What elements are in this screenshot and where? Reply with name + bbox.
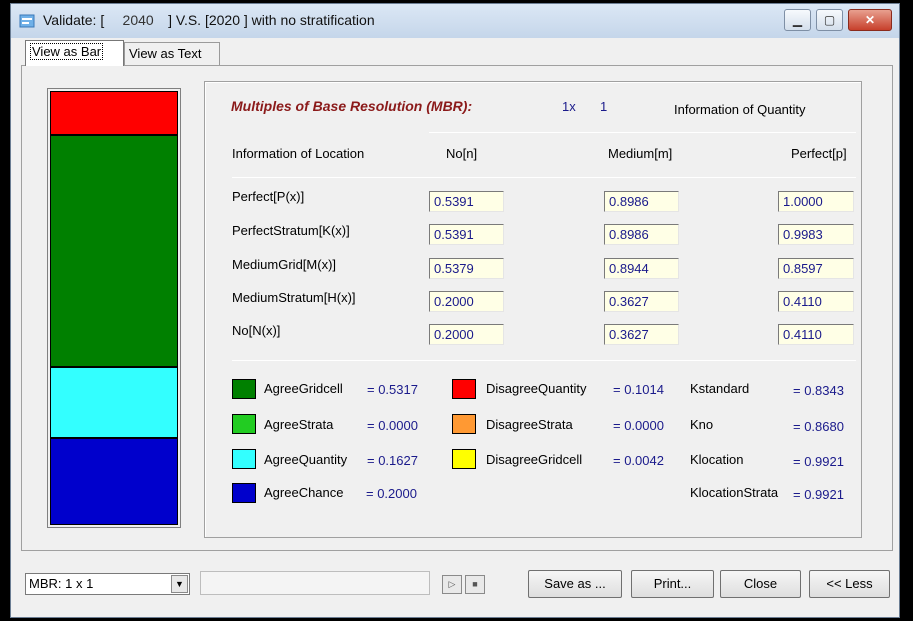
kappa-label-location: Klocation — [690, 452, 744, 467]
legend-value-agree-chance: = 0.2000 — [366, 486, 417, 501]
legend-label-disagree-gridcell: DisagreeGridcell — [486, 452, 583, 467]
minimize-icon: ▁ — [792, 13, 803, 27]
legend-label-agree-quantity: AgreeQuantity — [264, 452, 348, 467]
legend-label-disagree-quantity: DisagreeQuantity — [486, 381, 587, 396]
kappa-label-standard: Kstandard — [690, 381, 750, 396]
row-label-medium-stratum: MediumStratum[H(x)] — [232, 290, 356, 305]
less-button[interactable]: << Less — [809, 570, 890, 598]
value-perfect-stratum-no: 0.5391 — [429, 224, 504, 245]
validate-window: Validate: [ 2040 ] V.S. [2020 ] with no s… — [10, 3, 900, 618]
swatch-agree-strata — [232, 414, 256, 434]
location-axis-title: Information of Location — [232, 146, 365, 161]
legend-label-agree-gridcell: AgreeGridcell — [264, 381, 343, 396]
swatch-agree-gridcell — [232, 379, 256, 399]
value-medium-grid-perfect: 0.8597 — [778, 258, 854, 279]
legend-value-agree-gridcell: = 0.5317 — [367, 382, 418, 397]
swatch-agree-chance — [232, 483, 256, 503]
column-header-medium: Medium[m] — [608, 146, 673, 161]
kappa-label-location-strata: KlocationStrata — [690, 485, 779, 500]
title-bar[interactable]: Validate: [ 2040 ] V.S. [2020 ] with no s… — [11, 4, 899, 38]
row-label-medium-grid: MediumGrid[M(x)] — [232, 257, 337, 272]
value-perfect-stratum-medium: 0.8986 — [604, 224, 679, 245]
chevron-down-icon[interactable]: ▼ — [171, 575, 188, 593]
legend-label-agree-strata: AgreeStrata — [264, 417, 334, 432]
bar-segment-agreegridcell — [50, 135, 178, 367]
bar-segment-agreechance — [50, 438, 178, 525]
play-icon: ▷ — [448, 579, 456, 589]
value-perfect-medium: 0.8986 — [604, 191, 679, 212]
value-no-perfect: 0.4110 — [778, 324, 854, 345]
kappa-label-no: Kno — [690, 417, 714, 432]
title-suffix: ] V.S. [2020 ] with no stratification — [168, 12, 375, 28]
quantity-axis-title: Information of Quantity — [674, 102, 806, 117]
value-medium-stratum-perfect: 0.4110 — [778, 291, 854, 312]
value-perfect-no: 0.5391 — [429, 191, 504, 212]
mbr-title: Multiples of Base Resolution (MBR): — [231, 98, 473, 114]
title-prefix: Validate: [ — [43, 12, 105, 28]
row-label-perfect: Perfect[P(x)] — [232, 189, 305, 204]
swatch-disagree-strata — [452, 414, 476, 434]
tab-view-as-bar[interactable]: View as Bar — [25, 40, 124, 66]
minimize-button[interactable]: ▁ — [784, 9, 811, 31]
window-title: Validate: [ 2040 ] V.S. [2020 ] with no s… — [43, 12, 375, 28]
column-header-no: No[n] — [446, 146, 478, 161]
legend-value-agree-quantity: = 0.1627 — [367, 453, 418, 468]
table-divider — [232, 177, 856, 178]
maximize-icon: ▢ — [823, 13, 836, 27]
value-perfect-stratum-perfect: 0.9983 — [778, 224, 854, 245]
mbr-value: 1 — [600, 99, 608, 114]
title-year: 2040 — [122, 12, 154, 28]
maximize-button[interactable]: ▢ — [816, 9, 843, 31]
kappa-value-location-strata: = 0.9921 — [793, 487, 844, 502]
value-medium-stratum-no: 0.2000 — [429, 291, 504, 312]
bar-segment-agreequantity — [50, 367, 178, 438]
mbr-select-value: MBR: 1 x 1 — [29, 576, 94, 591]
value-no-medium: 0.3627 — [604, 324, 679, 345]
swatch-disagree-gridcell — [452, 449, 476, 469]
value-no-no: 0.2000 — [429, 324, 504, 345]
legend-value-disagree-strata: = 0.0000 — [613, 418, 664, 433]
print-button[interactable]: Print... — [631, 570, 714, 598]
stop-button[interactable]: ■ — [465, 575, 485, 594]
kappa-value-location: = 0.9921 — [793, 454, 844, 469]
column-header-perfect: Perfect[p] — [791, 146, 847, 161]
close-button[interactable]: Close — [720, 570, 801, 598]
kappa-value-no: = 0.8680 — [793, 419, 844, 434]
mbr-multiplier-label: 1x — [562, 99, 576, 114]
progress-bar — [200, 571, 430, 595]
legend-label-agree-chance: AgreeChance — [264, 485, 344, 500]
stop-icon: ■ — [472, 579, 478, 589]
legend-divider — [232, 360, 856, 361]
tab-view-as-text[interactable]: View as Text — [124, 42, 220, 65]
legend-value-disagree-quantity: = 0.1014 — [613, 382, 664, 397]
swatch-disagree-quantity — [452, 379, 476, 399]
legend-value-agree-strata: = 0.0000 — [367, 418, 418, 433]
bar-segment-disagreequantity — [50, 91, 178, 135]
legend-label-disagree-strata: DisagreeStrata — [486, 417, 573, 432]
app-icon — [19, 14, 35, 28]
legend-value-disagree-gridcell: = 0.0042 — [613, 453, 664, 468]
value-medium-grid-no: 0.5379 — [429, 258, 504, 279]
kappa-value-standard: = 0.8343 — [793, 383, 844, 398]
header-divider — [429, 132, 856, 133]
play-button[interactable]: ▷ — [442, 575, 462, 594]
value-perfect-perfect: 1.0000 — [778, 191, 854, 212]
swatch-agree-quantity — [232, 449, 256, 469]
close-window-button[interactable]: ✕ — [848, 9, 892, 31]
close-icon: ✕ — [864, 13, 876, 27]
save-as-button[interactable]: Save as ... — [528, 570, 622, 598]
mbr-select[interactable]: MBR: 1 x 1 ▼ — [25, 573, 190, 595]
value-medium-stratum-medium: 0.3627 — [604, 291, 679, 312]
stacked-bar — [47, 88, 181, 528]
row-label-perfect-stratum: PerfectStratum[K(x)] — [232, 223, 350, 238]
row-label-no: No[N(x)] — [232, 323, 281, 338]
value-medium-grid-medium: 0.8944 — [604, 258, 679, 279]
